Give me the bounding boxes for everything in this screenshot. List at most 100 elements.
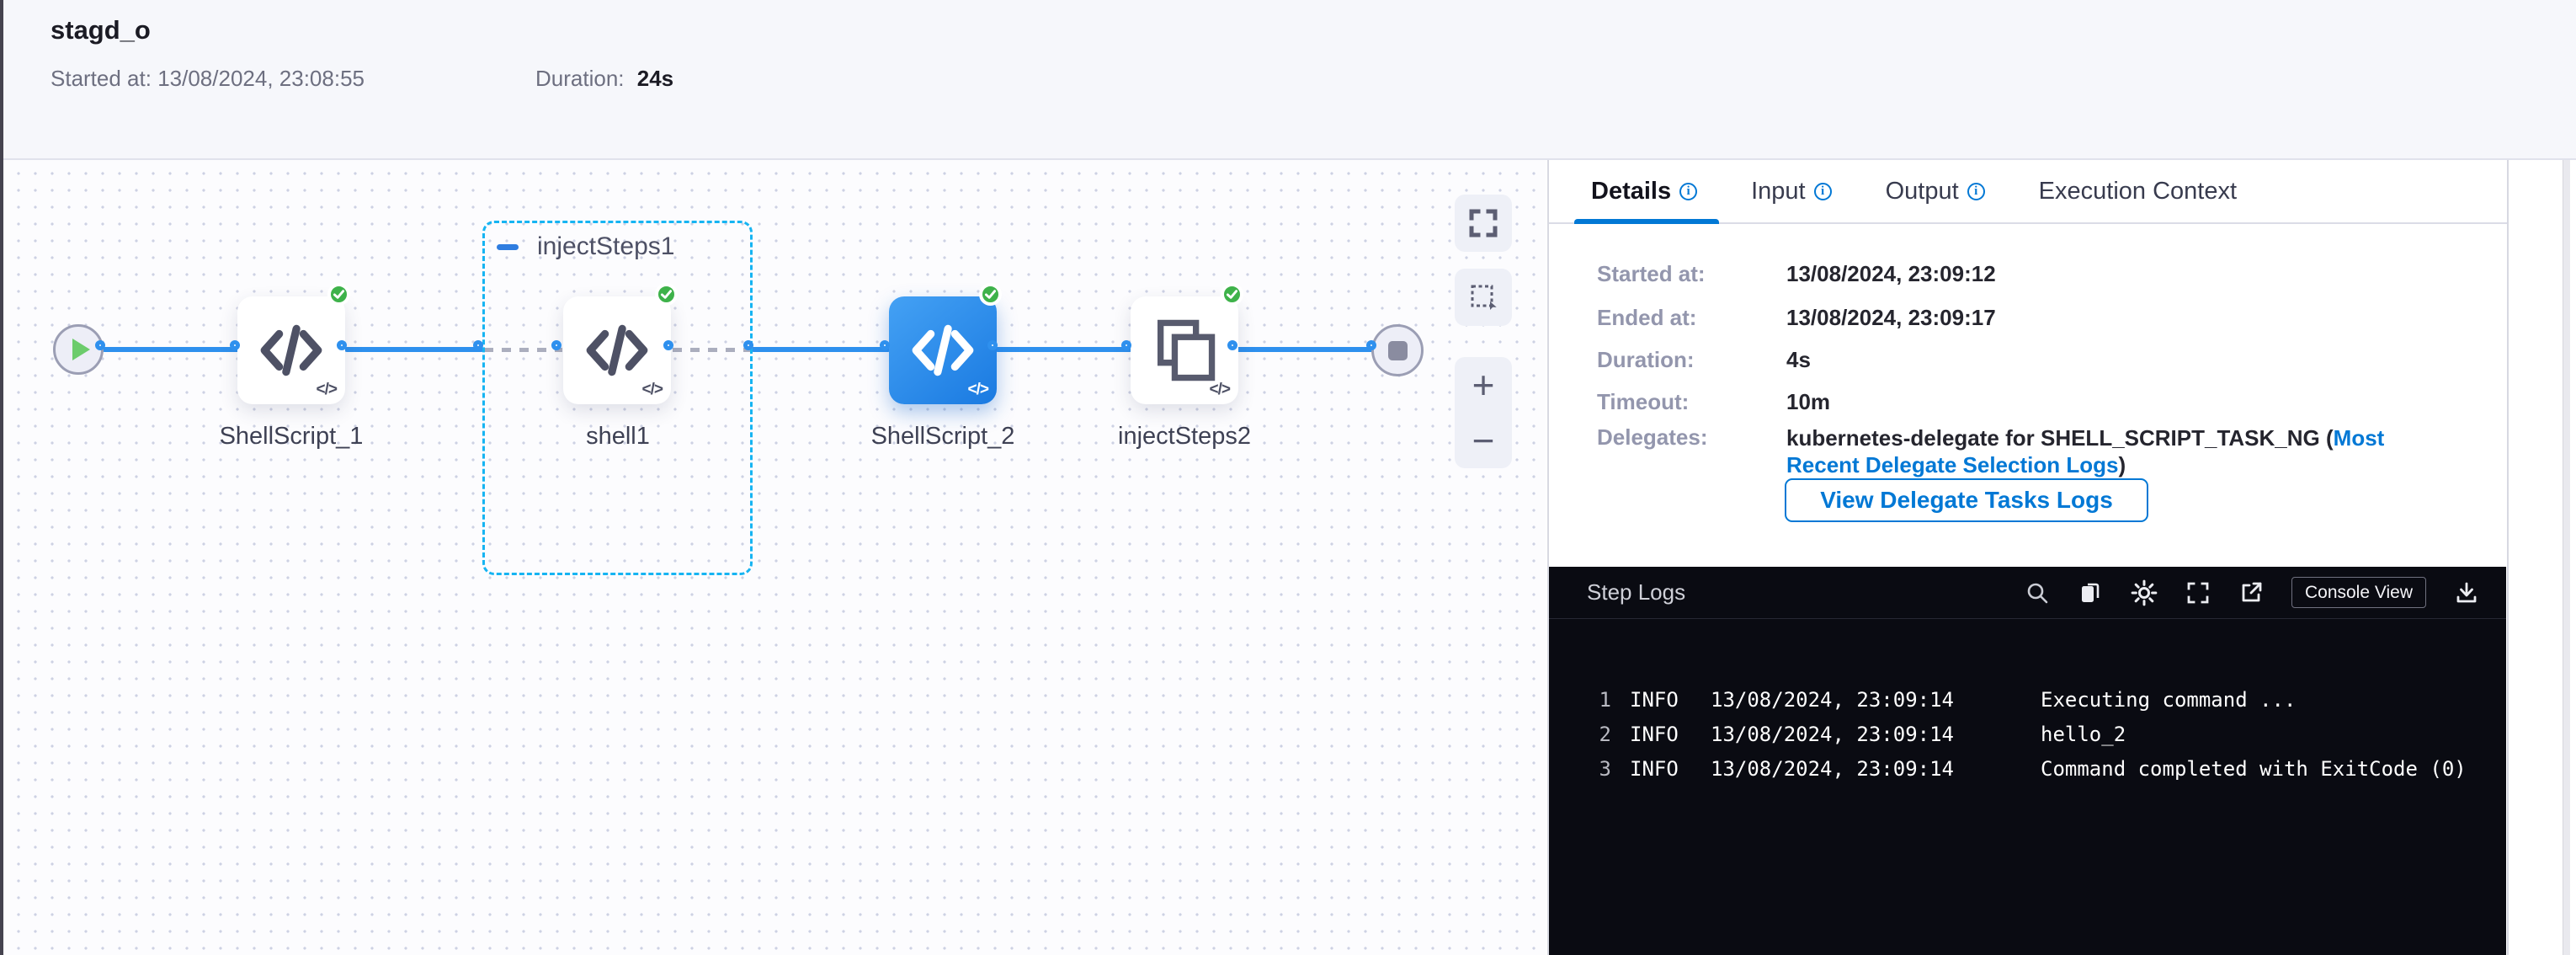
connector-segment [1235,347,1377,352]
shell-script-type-icon: </> [968,381,988,399]
connector-segment [102,347,242,352]
zoom-controls: + − [1455,357,1512,468]
connection-port [987,340,998,350]
code-icon [583,316,652,385]
stage-header: stagd_o Started at: 13/08/2024, 23:08:55… [3,0,2576,160]
log-message: Command completed with ExitCode (0) [2041,757,2467,781]
connector-segment [344,347,484,352]
log-level: INFO [1630,757,1679,781]
log-line: 1 INFO 13/08/2024, 23:09:14 Executing co… [1549,688,2506,717]
search-icon[interactable] [2025,580,2050,606]
delegates-value: kubernetes-delegate for SHELL_SCRIPT_TAS… [1786,424,2460,478]
expand-fullscreen-icon[interactable] [2185,580,2211,606]
delegates-suffix: ) [2118,452,2126,478]
step-logs-console: Step Logs [1549,567,2506,955]
info-icon[interactable]: i [1679,183,1697,200]
connector-segment [995,347,1132,352]
started-at-text: Started at: 13/08/2024, 23:08:55 [51,66,365,92]
copy-icon[interactable] [2078,580,2103,606]
view-delegate-tasks-logs-button[interactable]: View Delegate Tasks Logs [1785,478,2148,522]
tab-output-label: Output [1886,178,1959,205]
started-at-value: 13/08/2024, 23:08:55 [157,66,365,91]
tab-execution-context-label: Execution Context [2039,178,2237,205]
started-at-label: Started at: [51,66,152,91]
details-tab-bar: Details i Input i Output i Execution Con… [1549,160,2507,224]
tab-output[interactable]: Output i [1886,178,1985,205]
pipeline-canvas[interactable]: injectSteps1 </> </> </> [3,160,1546,955]
step-group-header[interactable]: injectSteps1 [497,232,674,261]
log-line-number: 2 [1593,723,1611,746]
connection-port [1366,340,1376,350]
shell-script-type-icon: </> [642,381,663,399]
duration-value: 24s [637,66,673,91]
log-level: INFO [1630,723,1679,746]
check-icon [332,287,346,301]
detail-value: 10m [1786,389,1830,415]
step-label: injectSteps2 [1118,423,1251,451]
active-tab-underline [1574,219,1719,224]
check-icon [983,287,998,301]
external-link-icon[interactable] [2238,580,2264,606]
log-message: hello_2 [2041,723,2126,746]
log-message: Executing command ... [2041,688,2296,712]
fullscreen-icon [1468,208,1498,238]
tab-execution-context[interactable]: Execution Context [2039,178,2237,205]
end-node [1371,324,1424,376]
log-line: 2 INFO 13/08/2024, 23:09:14 hello_2 [1549,723,2506,751]
status-badge-success [979,283,1002,306]
check-icon [1225,287,1239,301]
connector-segment [751,347,891,352]
status-badge-success [327,283,350,306]
info-icon[interactable]: i [1814,183,1832,200]
log-line-number: 1 [1593,688,1611,712]
detail-label: Started at: [1597,261,1706,287]
detail-label: Timeout: [1597,389,1689,415]
duration-label: Duration: [535,66,625,91]
collapse-group-icon[interactable] [497,244,519,250]
step-node-injectsteps2[interactable]: </> [1131,296,1238,404]
copy-steps-icon [1149,315,1220,386]
log-timestamp: 13/08/2024, 23:09:14 [1711,688,1954,712]
connection-port [663,340,673,350]
stage-title: stagd_o [51,15,151,45]
step-node-shellscript-1[interactable]: </> [237,296,345,404]
play-icon [72,339,90,360]
info-icon[interactable]: i [1967,183,1985,200]
connection-port [337,340,347,350]
step-logs-title: Step Logs [1587,579,1685,606]
duration-text: Duration: 24s [535,66,673,92]
log-timestamp: 13/08/2024, 23:09:14 [1711,757,1954,781]
marquee-select-button[interactable] [1455,269,1512,326]
step-node-shell1[interactable]: </> [563,296,671,404]
console-view-button[interactable]: Console View [2291,577,2426,608]
status-badge-success [1221,283,1243,306]
marquee-select-icon [1468,282,1498,312]
step-logs-toolbar: Console View [2025,577,2506,608]
zoom-in-button[interactable]: + [1455,357,1512,413]
tab-details[interactable]: Details i [1591,178,1697,205]
download-icon[interactable] [2454,580,2479,606]
code-icon [908,316,977,385]
status-badge-success [655,283,678,306]
connection-port [1121,340,1131,350]
delegate-name-text: kubernetes-delegate for SHELL_SCRIPT_TAS… [1786,425,2334,451]
detail-value: 13/08/2024, 23:09:12 [1786,261,1996,287]
step-group-label: injectSteps1 [537,232,674,261]
step-label: ShellScript_1 [220,423,364,451]
stop-icon [1388,341,1408,360]
gear-icon[interactable] [2131,579,2158,606]
tab-input-label: Input [1751,178,1806,205]
shell-script-type-icon: </> [1210,381,1230,399]
zoom-out-button[interactable]: − [1455,413,1512,468]
fit-to-screen-button[interactable] [1455,195,1512,252]
tab-input[interactable]: Input i [1751,178,1832,205]
log-timestamp: 13/08/2024, 23:09:14 [1711,723,1954,746]
step-node-shellscript-2[interactable]: </> [889,296,997,404]
step-details-panel: Details i Input i Output i Execution Con… [1547,160,2507,955]
log-line-number: 3 [1593,757,1611,781]
scrollbar[interactable] [2563,160,2570,955]
connection-port [95,340,105,350]
code-icon [257,316,326,385]
connection-port [743,340,753,350]
detail-value: 13/08/2024, 23:09:17 [1786,305,1996,331]
